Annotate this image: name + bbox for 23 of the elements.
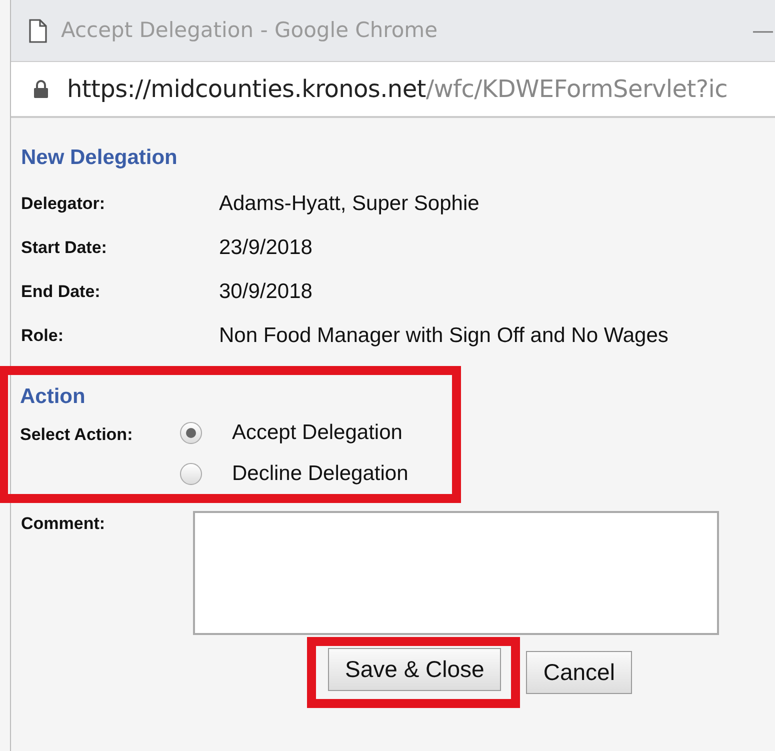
section-heading: New Delegation <box>21 145 178 171</box>
radio-label[interactable]: Accept Delegation <box>232 416 402 448</box>
field-label: Comment: <box>21 513 106 535</box>
cancel-button[interactable]: Cancel <box>526 651 632 694</box>
document-icon <box>29 18 47 42</box>
window-title: Accept Delegation - Google Chrome <box>61 16 438 44</box>
radio-button[interactable] <box>180 462 202 484</box>
field-value: 23/9/2018 <box>219 234 312 261</box>
field-label: Select Action: <box>20 424 134 446</box>
field-value: Non Food Manager with Sign Off and No Wages <box>219 322 668 349</box>
field-label: Delegator: <box>21 192 106 215</box>
lock-icon <box>33 79 49 99</box>
comment-field[interactable] <box>193 511 719 635</box>
section-heading: Action <box>20 384 86 410</box>
minimize-button[interactable]: — <box>753 16 773 46</box>
field-value: Adams-Hyatt, Super Sophie <box>219 190 480 217</box>
save-button[interactable]: Save & Close <box>328 648 502 690</box>
field-label: End Date: <box>21 280 102 303</box>
radio-button[interactable] <box>180 422 202 444</box>
radio-label[interactable]: Decline Delegation <box>232 458 408 490</box>
field-label: Start Date: <box>21 236 108 259</box>
field-label: Role: <box>21 324 64 347</box>
field-value: 30/9/2018 <box>219 278 312 305</box>
